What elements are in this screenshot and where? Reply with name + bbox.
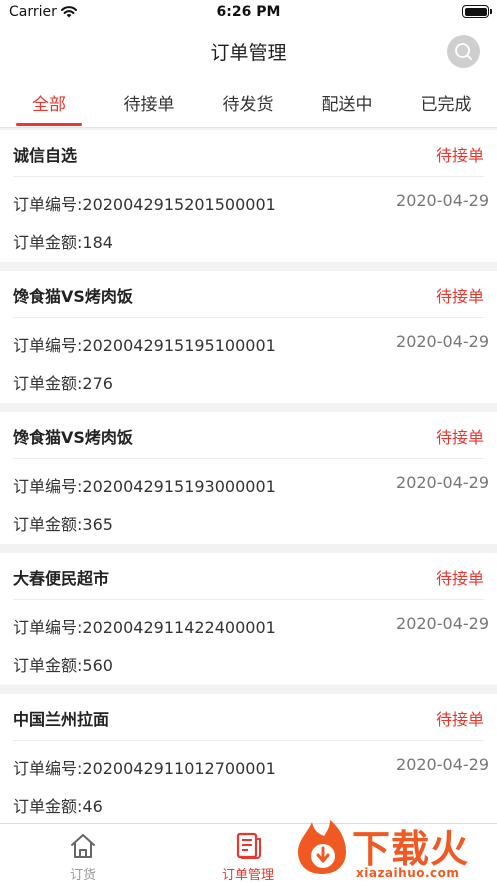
store-name: 馋食猫VS烤肉饭 xyxy=(13,428,133,447)
divider xyxy=(13,599,484,600)
watermark-text: 下载火 xyxy=(352,827,470,871)
order-card[interactable]: 诚信自选 待接单 订单编号:2020042915201500001 2020-0… xyxy=(0,130,497,262)
order-date: 2020-04-29 xyxy=(396,191,489,210)
order-status: 待接单 xyxy=(435,287,484,306)
order-card[interactable]: 大春便民超市 待接单 订单编号:2020042911422400001 2020… xyxy=(0,553,497,685)
tabbar-item-order-goods[interactable]: 订货 xyxy=(38,824,128,883)
order-amount: 订单金额:46 xyxy=(13,797,103,816)
watermark: 下载火 xiazaihuo.com xyxy=(292,816,497,883)
order-date: 2020-04-29 xyxy=(396,473,489,492)
store-name: 馋食猫VS烤肉饭 xyxy=(13,287,133,306)
tabbar-label-order-management: 订单管理 xyxy=(221,868,274,883)
flame-logo-icon xyxy=(298,820,346,874)
home-icon xyxy=(71,834,95,858)
navigation-bar: 订单管理 xyxy=(0,26,497,76)
divider xyxy=(13,458,484,459)
tab-delivering[interactable]: 配送中 xyxy=(310,90,384,115)
search-button[interactable] xyxy=(447,35,480,68)
order-amount: 订单金额:365 xyxy=(13,515,113,534)
order-status: 待接单 xyxy=(435,428,484,447)
tabbar-label-order-goods: 订货 xyxy=(69,868,96,883)
order-number: 订单编号:2020042915193000001 xyxy=(13,477,276,496)
order-date: 2020-04-29 xyxy=(396,332,489,351)
tabbar-item-order-management[interactable]: 订单管理 xyxy=(203,824,293,883)
order-status: 待接单 xyxy=(435,569,484,588)
order-number: 订单编号:2020042915195100001 xyxy=(13,336,276,355)
order-number: 订单编号:2020042911422400001 xyxy=(13,618,276,637)
order-amount: 订单金额:276 xyxy=(13,374,113,393)
order-number: 订单编号:2020042915201500001 xyxy=(13,195,276,214)
order-date: 2020-04-29 xyxy=(396,755,489,774)
order-card[interactable]: 馋食猫VS烤肉饭 待接单 订单编号:2020042915193000001 20… xyxy=(0,412,497,544)
tab-all[interactable]: 全部 xyxy=(16,90,82,115)
active-tab-indicator xyxy=(16,123,82,126)
divider xyxy=(13,176,484,177)
order-status: 待接单 xyxy=(435,710,484,729)
watermark-url: xiazaihuo.com xyxy=(356,866,460,880)
page-title: 订单管理 xyxy=(210,42,287,64)
clock-time: 6:26 PM xyxy=(216,4,281,20)
order-number: 订单编号:2020042911012700001 xyxy=(13,759,276,778)
battery-icon xyxy=(462,5,492,18)
search-icon xyxy=(455,43,472,60)
store-name: 诚信自选 xyxy=(13,146,78,165)
divider xyxy=(13,740,484,741)
tab-pending-accept[interactable]: 待接单 xyxy=(112,90,186,115)
order-card[interactable]: 馋食猫VS烤肉饭 待接单 订单编号:2020042915195100001 20… xyxy=(0,271,497,403)
tab-completed[interactable]: 已完成 xyxy=(409,90,483,115)
order-amount: 订单金额:560 xyxy=(13,656,113,675)
divider xyxy=(13,317,484,318)
status-bar: Carrier 6:26 PM xyxy=(0,0,497,26)
order-card[interactable]: 中国兰州拉面 待接单 订单编号:2020042911012700001 2020… xyxy=(0,694,497,826)
tab-pending-ship[interactable]: 待发货 xyxy=(211,90,285,115)
store-name: 中国兰州拉面 xyxy=(13,710,110,729)
order-amount: 订单金额:184 xyxy=(13,233,113,252)
order-list-icon xyxy=(236,832,261,859)
order-filter-tabs: 全部 待接单 待发货 配送中 已完成 xyxy=(0,76,497,128)
order-status: 待接单 xyxy=(435,146,484,165)
order-date: 2020-04-29 xyxy=(396,614,489,633)
store-name: 大春便民超市 xyxy=(13,569,110,588)
